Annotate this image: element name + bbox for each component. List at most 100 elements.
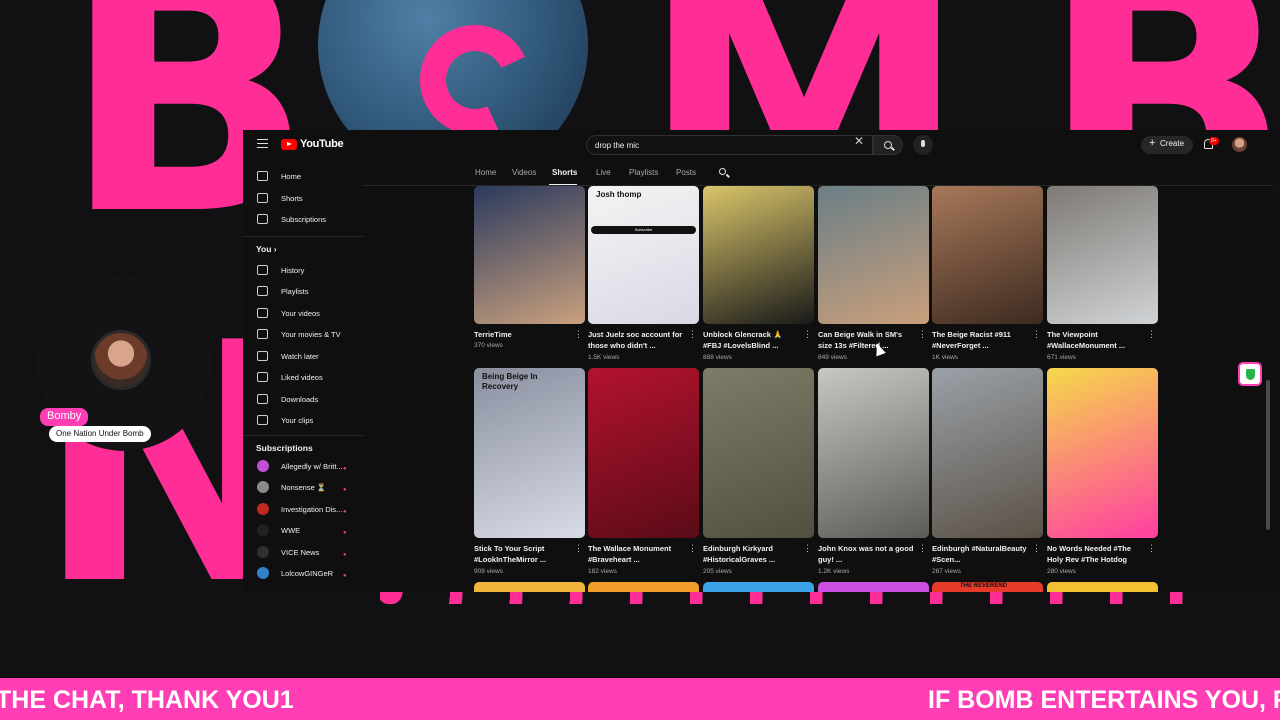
short-title[interactable]: No Words Needed #The Holy Rev #The Hotdo… xyxy=(1047,543,1143,565)
more-options-icon[interactable] xyxy=(1032,543,1041,555)
sidebar-item-your-movies-tv[interactable]: Your movies & TV xyxy=(243,325,363,345)
short-thumbnail-partial[interactable] xyxy=(588,582,699,592)
scissors-icon xyxy=(257,415,268,425)
short-thumbnail[interactable] xyxy=(818,368,929,538)
short-thumbnail[interactable] xyxy=(1047,186,1158,324)
short-thumbnail-partial[interactable] xyxy=(703,582,814,592)
tab-videos[interactable]: Videos xyxy=(512,168,536,177)
tab-shorts[interactable]: Shorts xyxy=(552,168,577,177)
subscription-label: LolcowGINGeR xyxy=(281,569,334,578)
subscription-item[interactable]: LolcowGINGeR ● xyxy=(243,564,363,584)
sidebar-item-playlists[interactable]: Playlists xyxy=(243,282,363,302)
thumbnail-caption: Josh thomp xyxy=(596,190,642,199)
subscription-item[interactable]: Investigation Dis... ● xyxy=(243,500,363,520)
channel-avatar xyxy=(257,567,269,579)
scrollbar-thumb[interactable] xyxy=(1266,380,1270,530)
tabs-divider xyxy=(363,185,1273,186)
more-options-icon[interactable] xyxy=(803,543,812,555)
shorts-icon xyxy=(257,192,268,203)
sidebar-item-liked-videos[interactable]: Liked videos xyxy=(243,368,363,388)
sidebar-item-label: Downloads xyxy=(281,394,319,404)
more-options-icon[interactable] xyxy=(574,329,583,341)
short-thumbnail-partial[interactable]: THE REVEREND xyxy=(932,582,1043,592)
tab-playlists[interactable]: Playlists xyxy=(629,168,658,177)
short-title[interactable]: Can Beige Walk in SM's size 13s #Filtere… xyxy=(818,329,914,351)
sidebar-item-your-videos[interactable]: Your videos xyxy=(243,304,363,324)
short-thumbnail[interactable] xyxy=(588,368,699,538)
subscription-item[interactable]: WWE ● xyxy=(243,521,363,541)
short-title[interactable]: The Viewpoint #WallaceMonument ... xyxy=(1047,329,1143,351)
sidebar-item-home[interactable]: Home xyxy=(243,167,363,187)
more-options-icon[interactable] xyxy=(803,329,812,341)
sidebar-item-downloads[interactable]: Downloads xyxy=(243,390,363,410)
more-options-icon[interactable] xyxy=(1147,543,1156,555)
history-icon xyxy=(257,264,268,275)
short-views: 205 views xyxy=(703,568,732,575)
subscription-item[interactable]: Nonsense ⏳ ● xyxy=(243,478,363,498)
short-thumbnail[interactable] xyxy=(1047,368,1158,538)
short-title[interactable]: Stick To Your Script #LookInTheMirror ..… xyxy=(474,543,570,565)
sidebar-item-label: Liked videos xyxy=(281,373,323,382)
short-thumbnail-partial[interactable] xyxy=(818,582,929,592)
new-content-dot: ● xyxy=(343,573,347,579)
channel-search-icon xyxy=(719,168,726,175)
short-thumbnail-partial[interactable] xyxy=(474,582,585,592)
short-title[interactable]: Edinburgh Kirkyard #HistoricalGraves ... xyxy=(703,543,799,565)
you-section-heading[interactable]: You › xyxy=(256,244,277,254)
search-input[interactable]: drop the mic xyxy=(586,135,873,155)
sidebar-item-label: Your movies & TV xyxy=(281,330,341,339)
short-thumbnail[interactable] xyxy=(932,368,1043,538)
tab-home[interactable]: Home xyxy=(475,168,496,177)
short-title[interactable]: John Knox was not a good guy! ... xyxy=(818,543,914,565)
more-options-icon[interactable] xyxy=(918,329,927,341)
thumbnail-caption: Being Beige In Recovery xyxy=(482,372,538,391)
short-title[interactable]: Edinburgh #NaturalBeauty #Scen... xyxy=(932,543,1028,565)
more-options-icon[interactable] xyxy=(1147,329,1156,341)
more-options-icon[interactable] xyxy=(918,543,927,555)
sidebar-divider xyxy=(243,235,363,237)
new-content-dot: ● xyxy=(343,530,347,536)
browser-extension-shield-icon[interactable] xyxy=(1238,362,1262,386)
short-title[interactable]: The Wallace Monument #Braveheart ... xyxy=(588,543,684,565)
hamburger-menu-icon[interactable] xyxy=(257,139,268,148)
sidebar-item-shorts[interactable]: Shorts xyxy=(243,189,363,209)
short-thumbnail[interactable] xyxy=(703,368,814,538)
streamer-tagline: One Nation Under Bomb xyxy=(49,426,151,442)
sidebar-item-subscriptions[interactable]: Subscriptions xyxy=(243,210,363,230)
tab-live[interactable]: Live xyxy=(596,168,611,177)
short-thumbnail[interactable] xyxy=(703,186,814,324)
more-options-icon[interactable] xyxy=(574,543,583,555)
account-avatar[interactable] xyxy=(1232,137,1247,152)
sidebar-item-label: Playlists xyxy=(281,287,309,296)
short-views: 1K views xyxy=(932,354,959,361)
sidebar-item-label: History xyxy=(281,265,305,275)
more-options-icon[interactable] xyxy=(688,329,697,341)
subscription-label: Investigation Dis... xyxy=(281,504,343,514)
short-title[interactable]: TerrieTime xyxy=(474,329,570,340)
short-thumbnail[interactable] xyxy=(818,186,929,324)
more-options-icon[interactable] xyxy=(688,543,697,555)
create-button[interactable]: Create xyxy=(1141,136,1194,154)
tab-posts[interactable]: Posts xyxy=(676,168,696,177)
short-thumbnail[interactable]: Josh thomp Subscribe xyxy=(588,186,699,324)
subscription-item[interactable]: Allegedly w/ Britt... ● xyxy=(243,457,363,477)
voice-search-mic-icon[interactable] xyxy=(913,135,933,155)
sidebar-item-history[interactable]: History xyxy=(243,261,363,281)
short-thumbnail[interactable] xyxy=(932,186,1043,324)
more-options-icon[interactable] xyxy=(1032,329,1041,341)
search-button[interactable] xyxy=(873,135,903,155)
home-icon xyxy=(257,171,268,181)
short-title[interactable]: Unblock Glencrack 🙏 #FBJ #LovelsBlind ..… xyxy=(703,329,799,351)
sidebar-item-label: Home xyxy=(281,172,302,181)
youtube-logo[interactable]: YouTube xyxy=(281,138,344,150)
short-thumbnail-partial[interactable] xyxy=(1047,582,1158,592)
sidebar-item-your-clips[interactable]: Your clips xyxy=(243,411,363,431)
short-title[interactable]: The Beige Racist #911 #NeverForget ... xyxy=(932,329,1028,351)
thumbnail-subscribe-graphic: Subscribe xyxy=(591,226,696,234)
subscription-item[interactable]: VICE News ● xyxy=(243,543,363,563)
clear-search-icon[interactable]: ✕ xyxy=(854,134,864,148)
sidebar-item-watch-later[interactable]: Watch later xyxy=(243,347,363,367)
short-thumbnail[interactable]: Being Beige In Recovery xyxy=(474,368,585,538)
short-thumbnail[interactable] xyxy=(474,186,585,324)
short-title[interactable]: Just Juelz soc account for those who did… xyxy=(588,329,684,351)
